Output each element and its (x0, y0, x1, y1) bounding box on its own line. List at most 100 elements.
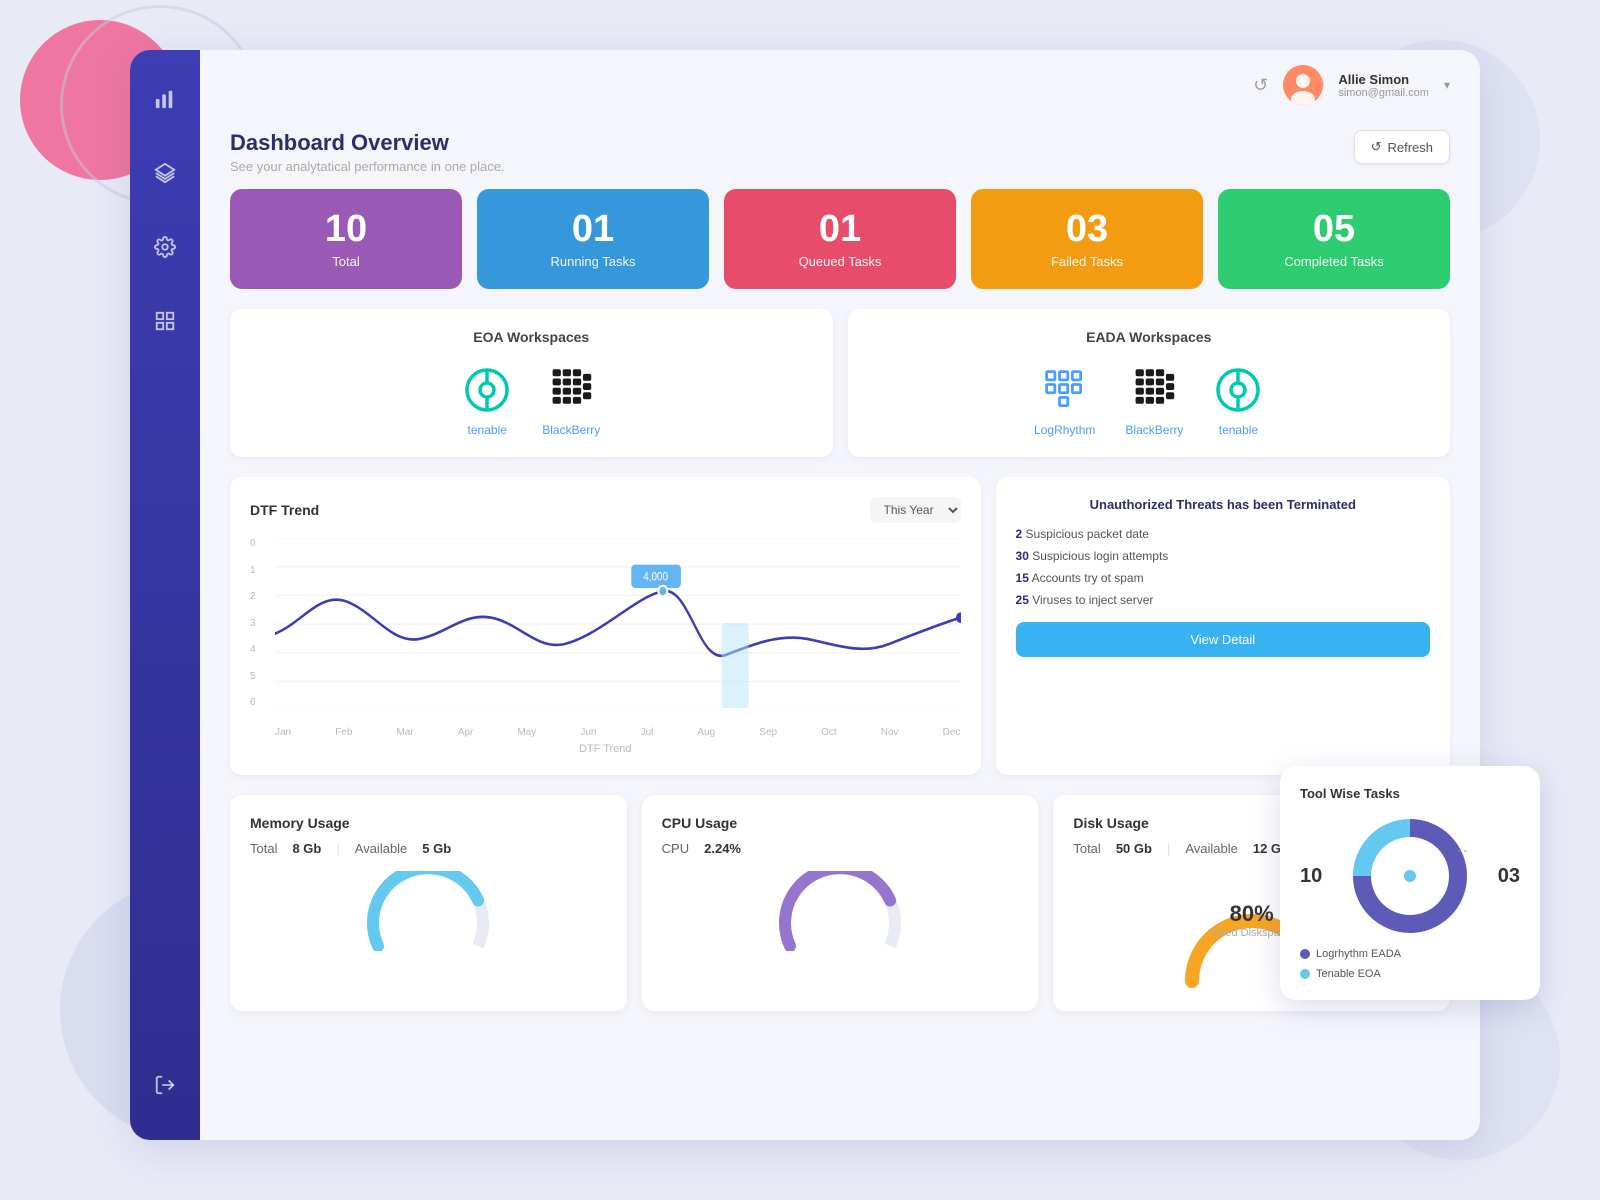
stat-label: Total (332, 254, 359, 269)
cpu-donut-wrap (662, 871, 1019, 951)
chart-svg-wrap: 4,000 (275, 538, 961, 708)
eoa-workspace-card: EOA Workspaces tenable (230, 309, 833, 457)
sidebar-item-logout[interactable] (146, 1066, 184, 1110)
topbar-refresh-icon: ↺ (1253, 75, 1268, 96)
user-info: Allie Simon simon@gmail.com (1338, 72, 1429, 99)
threat-item: 15 Accounts try ot spam (1016, 571, 1430, 585)
eoa-logo-blackberry[interactable]: BlackBerry (542, 365, 600, 437)
eada-logo-tenable[interactable]: tenable (1213, 365, 1263, 437)
threats-card: Unauthorized Threats has been Terminated… (996, 477, 1450, 775)
threats-title: Unauthorized Threats has been Terminated (1016, 497, 1430, 512)
cpu-usage-card: CPU Usage CPU 2.24% (642, 795, 1039, 1011)
disk-total-label: Total (1073, 841, 1100, 856)
stat-card-pink: 01 Queued Tasks (724, 189, 956, 289)
stat-label: Failed Tasks (1051, 254, 1123, 269)
stat-card-purple: 10 Total (230, 189, 462, 289)
sidebar-item-settings[interactable] (146, 228, 184, 272)
tool-wise-card: Tool Wise Tasks 10 03 Logrhythm EADA Ten… (1280, 766, 1540, 1000)
chart-x-labels: JanFebMarAprMay JunJulAugSepOct NovDec (275, 727, 961, 738)
memory-usage-card: Memory Usage Total 8 Gb | Available 5 Gb (230, 795, 627, 1011)
stat-number: 05 (1313, 210, 1355, 248)
page-title: Dashboard Overview (230, 130, 505, 156)
topbar: ↺ Allie Simon simon@gmail.com ▾ (200, 50, 1480, 120)
tool-wise-count-right: 03 (1498, 865, 1520, 888)
refresh-button[interactable]: ↺ Refresh (1354, 130, 1450, 164)
eada-blackberry-logo-icon (1129, 365, 1179, 415)
workspaces-row: EOA Workspaces tenable (200, 309, 1480, 477)
legend-dot-tenable (1300, 969, 1310, 979)
stat-card-orange: 03 Failed Tasks (971, 189, 1203, 289)
eada-logo-blackberry[interactable]: BlackBerry (1125, 365, 1183, 437)
stats-row: 10 Total 01 Running Tasks 01 Queued Task… (200, 189, 1480, 309)
avatar (1283, 65, 1323, 105)
eada-title: EADA Workspaces (873, 329, 1426, 345)
eoa-logos: tenable (255, 365, 808, 437)
user-email: simon@gmail.com (1338, 87, 1429, 99)
stat-card-blue: 01 Running Tasks (477, 189, 709, 289)
eada-logos: LogRhythm (873, 365, 1426, 437)
eoa-logo-tenable[interactable]: tenable (462, 365, 512, 437)
sidebar-item-layers[interactable] (146, 154, 184, 198)
dtf-title: DTF Trend (250, 502, 319, 518)
stat-number: 03 (1066, 210, 1108, 248)
eada-tenable-logo-icon (1213, 365, 1263, 415)
legend-item-logrhythm: Logrhythm EADA (1300, 948, 1520, 960)
dtf-footer-label: DTF Trend (250, 743, 961, 755)
middle-row: DTF Trend This Year 6543210 (200, 477, 1480, 795)
cpu-usage-stats: CPU 2.24% (662, 841, 1019, 856)
legend-item-tenable: Tenable EOA (1300, 968, 1520, 980)
threat-item: 30 Suspicious login attempts (1016, 549, 1430, 563)
memory-usage-title: Memory Usage (250, 815, 607, 831)
cpu-value: 2.24% (704, 841, 741, 856)
stat-label: Running Tasks (550, 254, 635, 269)
memory-donut-wrap (250, 871, 607, 951)
threat-item: 25 Viruses to inject server (1016, 593, 1430, 607)
user-dropdown-arrow[interactable]: ▾ (1444, 78, 1450, 92)
period-select[interactable]: This Year (870, 497, 961, 523)
memory-available-value: 5 Gb (422, 841, 451, 856)
svg-text:4,000: 4,000 (643, 571, 668, 584)
refresh-label: Refresh (1387, 140, 1433, 155)
view-detail-button[interactable]: View Detail (1016, 622, 1430, 657)
blackberry-logo-icon (546, 365, 596, 415)
tool-wise-count-left: 10 (1300, 865, 1322, 888)
user-name: Allie Simon (1338, 72, 1429, 87)
dtf-chart-area: 6543210 (250, 538, 961, 738)
memory-usage-stats: Total 8 Gb | Available 5 Gb (250, 841, 607, 856)
legend-label-tenable: Tenable EOA (1316, 968, 1381, 980)
eada-logrhythm-label: LogRhythm (1034, 423, 1095, 437)
stat-number: 01 (819, 210, 861, 248)
eada-blackberry-label-text: BlackBerry (1125, 423, 1183, 437)
disk-available-label: Available (1185, 841, 1238, 856)
sidebar-item-grid[interactable] (146, 302, 184, 346)
eoa-blackberry-label: BlackBerry (542, 423, 600, 437)
memory-total-value: 8 Gb (292, 841, 321, 856)
cpu-usage-title: CPU Usage (662, 815, 1019, 831)
logrhythm-logo-icon (1040, 365, 1090, 415)
threat-item: 2 Suspicious packet date (1016, 527, 1430, 541)
dtf-trend-card: DTF Trend This Year 6543210 (230, 477, 981, 775)
cpu-label: CPU (662, 841, 689, 856)
page-subtitle: See your analytatical performance in one… (230, 159, 505, 174)
refresh-icon: ↺ (1371, 139, 1382, 155)
stat-number: 10 (325, 210, 367, 248)
eoa-tenable-label: tenable (468, 423, 507, 437)
tenable-logo-icon (462, 365, 512, 415)
stat-number: 01 (572, 210, 614, 248)
stat-card-green: 05 Completed Tasks (1218, 189, 1450, 289)
disk-total-value: 50 Gb (1116, 841, 1152, 856)
sidebar (130, 50, 200, 1140)
chart-y-labels: 6543210 (250, 538, 261, 708)
dtf-header: DTF Trend This Year (250, 497, 961, 523)
main-card: ↺ Allie Simon simon@gmail.com ▾ Dashboar… (130, 50, 1480, 1140)
memory-total-label: Total (250, 841, 277, 856)
tool-wise-donut (1350, 816, 1470, 936)
legend-label-logrhythm: Logrhythm EADA (1316, 948, 1401, 960)
sidebar-item-chart[interactable] (146, 80, 184, 124)
tool-wise-title: Tool Wise Tasks (1300, 786, 1520, 801)
eada-logo-logrhythm[interactable]: LogRhythm (1034, 365, 1095, 437)
stat-label: Completed Tasks (1284, 254, 1383, 269)
memory-available-label: Available (355, 841, 408, 856)
legend-dot-logrhythm (1300, 949, 1310, 959)
threats-list: 2 Suspicious packet date 30 Suspicious lo… (1016, 527, 1430, 607)
